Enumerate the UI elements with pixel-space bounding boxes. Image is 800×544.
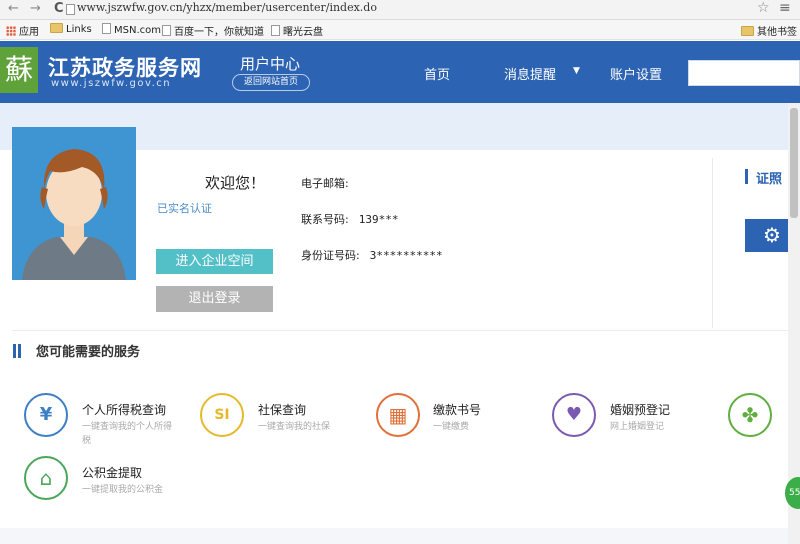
section-marker (745, 169, 748, 184)
bookmark-label: MSN.com (114, 25, 161, 36)
url-field[interactable]: www.jszwfw.gov.cn/yhzx/member/usercenter… (77, 1, 377, 14)
id-number-value: 3********** (369, 249, 443, 262)
bookmark-label: Links (66, 24, 92, 35)
search-input[interactable] (688, 60, 800, 86)
id-number-row: 身份证号码: 3********** (301, 247, 443, 263)
service-title-housing-fund[interactable]: 公积金提取 (82, 464, 142, 481)
clover-glyph: ✤ (741, 403, 759, 427)
nav-home[interactable]: 首页 (424, 64, 450, 83)
scrollbar-thumb[interactable] (790, 108, 798, 218)
other-bookmarks[interactable]: 其他书签 (741, 23, 797, 38)
folder-icon (50, 23, 63, 33)
clover-icon[interactable]: ✤ (728, 393, 772, 437)
service-title-social-security[interactable]: 社保查询 (258, 401, 306, 418)
divider (712, 158, 713, 328)
section-marker (18, 344, 21, 358)
services-title: 您可能需要的服务 (36, 345, 141, 360)
nav-messages[interactable]: 消息提醒 (504, 64, 556, 83)
email-row: 电子邮箱: (301, 175, 359, 191)
service-desc-housing-fund: 一键提取我的公积金 (82, 485, 164, 495)
page-icon (162, 25, 171, 36)
reload-icon[interactable]: C (54, 1, 64, 16)
service-desc-marriage: 网上婚姻登记 (610, 422, 665, 432)
realname-status: 已实名认证 (157, 202, 212, 215)
service-desc-tax: 一键查询我的个人所得税 (82, 422, 173, 446)
folder-icon (741, 26, 754, 36)
avatar (12, 127, 136, 280)
email-label: 电子邮箱: (301, 177, 349, 190)
bookmark-baidu[interactable]: 百度一下，你就知道 (162, 23, 264, 38)
welcome-text: 欢迎您！ (205, 174, 266, 192)
footer-strip (0, 528, 788, 544)
housing-fund-glyph: ⌂ (39, 466, 53, 490)
divider (12, 330, 790, 331)
nav-account-settings[interactable]: 账户设置 (610, 64, 662, 83)
bookmark-links[interactable]: Links (50, 23, 92, 35)
social-security-glyph: SI (214, 407, 230, 423)
service-title-payment[interactable]: 缴款书号 (433, 401, 481, 418)
bookmarks-bar: 应用 Links MSN.com 百度一下，你就知道 曙光云盘 其他书签 (0, 20, 800, 40)
bookmark-star-icon[interactable]: ☆ (757, 0, 770, 16)
page-icon (102, 23, 111, 34)
service-title-marriage[interactable]: 婚姻预登记 (610, 401, 670, 418)
tax-glyph: ¥ (39, 404, 53, 425)
avatar-illustration (12, 127, 136, 280)
bookmark-cloud[interactable]: 曙光云盘 (271, 23, 323, 38)
social-security-icon[interactable]: SI (200, 393, 244, 437)
service-desc-payment: 一键缴费 (433, 422, 470, 432)
phone-row: 联系号码: 139*** (301, 211, 398, 227)
service-desc-social-security: 一键查询我的社保 (258, 422, 331, 432)
housing-fund-icon[interactable]: ⌂ (24, 456, 68, 500)
logout-button[interactable]: 退出登录 (156, 286, 273, 312)
bookmark-apps[interactable]: 应用 (6, 23, 39, 38)
user-center-title: 用户中心 (240, 55, 301, 73)
chevron-down-icon[interactable]: ▼ (573, 66, 580, 76)
site-domain: www.jszwfw.gov.cn (51, 78, 172, 89)
marriage-icon[interactable]: ♥ (552, 393, 596, 437)
back-home-button[interactable]: 返回网站首页 (232, 74, 310, 91)
payment-icon[interactable]: ▦ (376, 393, 420, 437)
payment-glyph: ▦ (388, 403, 408, 427)
marriage-glyph: ♥ (565, 404, 583, 425)
address-bar: ← → C www.jszwfw.gov.cn/yhzx/member/user… (0, 0, 800, 20)
cert-title: 证照 (756, 172, 783, 187)
apps-grid-icon (6, 26, 16, 36)
menu-icon[interactable]: ≡ (779, 0, 791, 16)
enter-enterprise-button[interactable]: 进入企业空间 (156, 249, 273, 274)
tax-icon[interactable]: ¥ (24, 393, 68, 437)
back-icon[interactable]: ← (8, 1, 19, 16)
phone-value: 139*** (358, 213, 399, 226)
section-marker (13, 344, 16, 358)
site-logo[interactable]: 蘇 (0, 47, 38, 93)
page-icon (66, 4, 75, 15)
page-icon (271, 25, 280, 36)
service-title-tax[interactable]: 个人所得税查询 (82, 401, 166, 418)
bookmark-label: 应用 (19, 27, 39, 38)
bookmark-label: 其他书签 (757, 27, 797, 38)
id-number-label: 身份证号码: (301, 249, 360, 262)
bookmark-label: 百度一下，你就知道 (174, 27, 264, 38)
bookmark-msn[interactable]: MSN.com (102, 23, 161, 36)
forward-icon[interactable]: → (30, 1, 41, 16)
phone-label: 联系号码: (301, 213, 349, 226)
bookmark-label: 曙光云盘 (283, 27, 323, 38)
